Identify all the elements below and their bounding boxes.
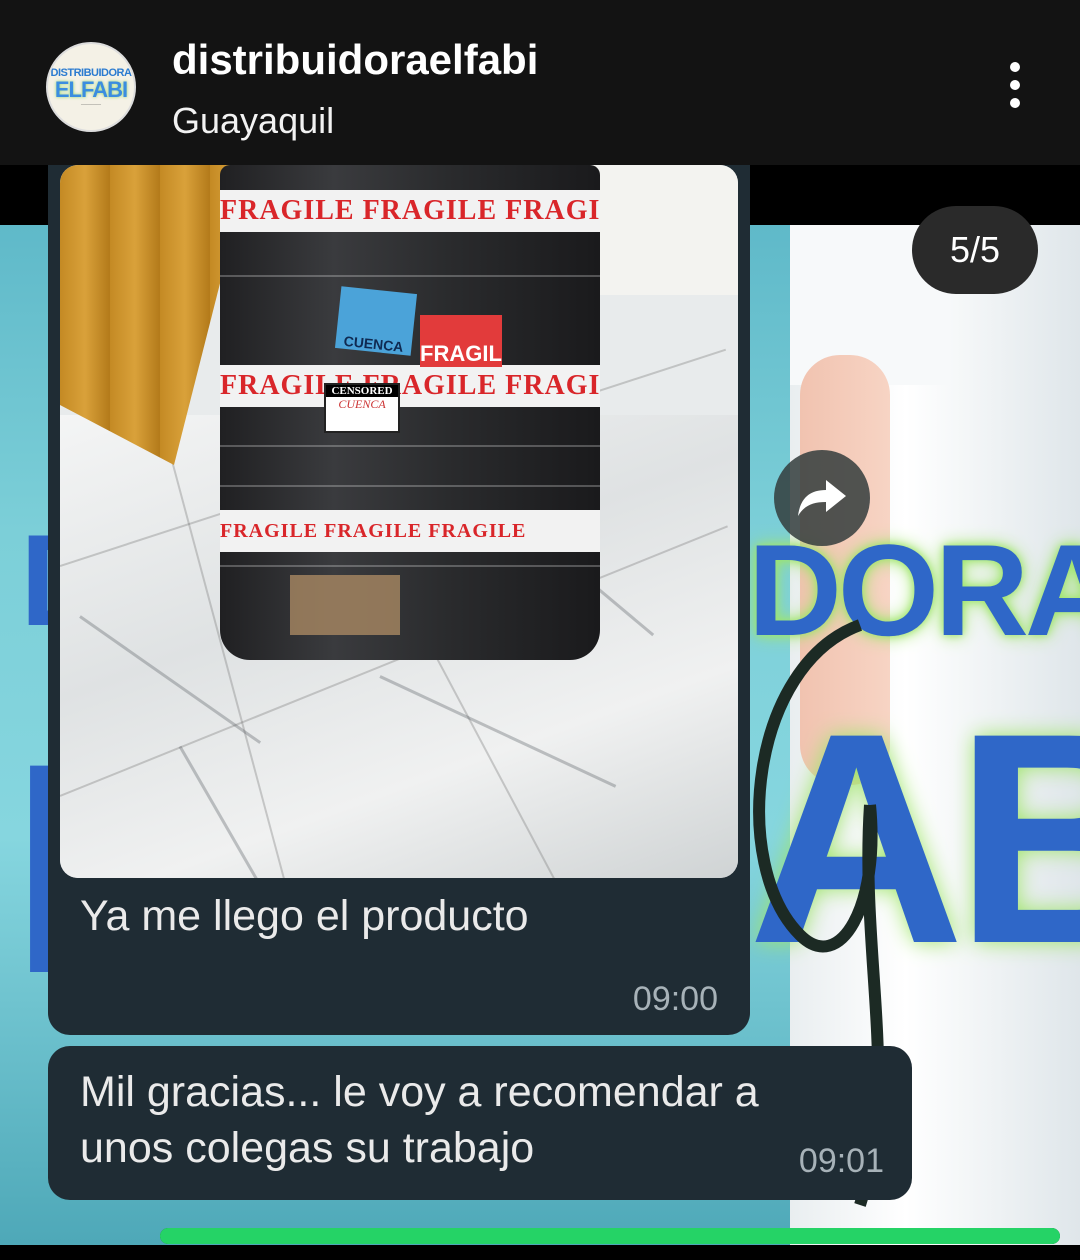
package-cardboard bbox=[290, 575, 400, 635]
sticker-handwritten: CUENCA bbox=[338, 397, 386, 411]
avatar-logo-tagline: ———— bbox=[81, 102, 101, 108]
message-timestamp: 09:00 bbox=[632, 980, 718, 1018]
wrapped-package: FRAGILE FRAGILE FRAGILE FRAGILE FRAGILE … bbox=[220, 165, 600, 660]
share-button[interactable] bbox=[774, 450, 870, 546]
share-arrow-icon bbox=[798, 480, 846, 516]
fragile-tape: FRAGILE FRAGILE FRAGILE bbox=[220, 510, 600, 552]
story-header: DISTRIBUIDORA ELFABI ———— distribuidorae… bbox=[0, 0, 1080, 165]
story-progress-bar bbox=[160, 1228, 1060, 1244]
message-text: Ya me llego el producto bbox=[80, 892, 529, 940]
fragile-tape: FRAGILE FRAGILE FRAGILE bbox=[220, 365, 600, 407]
message-bubble[interactable]: FRAGILE FRAGILE FRAGILE FRAGILE FRAGILE … bbox=[48, 140, 750, 1035]
message-bubble[interactable]: Mil gracias... le voy a recomendar a uno… bbox=[48, 1046, 912, 1200]
fragile-tape: FRAGILE FRAGILE FRAGILE bbox=[220, 190, 600, 232]
bottom-band bbox=[0, 1245, 1080, 1260]
message-photo[interactable]: FRAGILE FRAGILE FRAGILE FRAGILE FRAGILE … bbox=[60, 165, 738, 878]
username[interactable]: distribuidoraelfabi bbox=[172, 36, 538, 84]
more-vertical-icon[interactable] bbox=[1000, 62, 1030, 118]
message-text: Mil gracias... le voy a recomendar a uno… bbox=[80, 1068, 759, 1172]
sticker-censored-label: CENSORED bbox=[326, 385, 398, 397]
story-counter-badge: 5/5 bbox=[912, 206, 1038, 294]
message-timestamp: 09:01 bbox=[798, 1142, 884, 1180]
story-progress-fill bbox=[160, 1228, 1060, 1244]
sticker-blue: CUENCA bbox=[334, 286, 418, 356]
sticker-censored: CENSORED CUENCA bbox=[324, 383, 400, 433]
avatar-logo-main: ELFABI bbox=[54, 76, 128, 102]
sticker-red: FRAGIL bbox=[420, 315, 502, 367]
avatar[interactable]: DISTRIBUIDORA ELFABI ———— bbox=[46, 42, 136, 132]
location[interactable]: Guayaquil bbox=[172, 100, 334, 142]
